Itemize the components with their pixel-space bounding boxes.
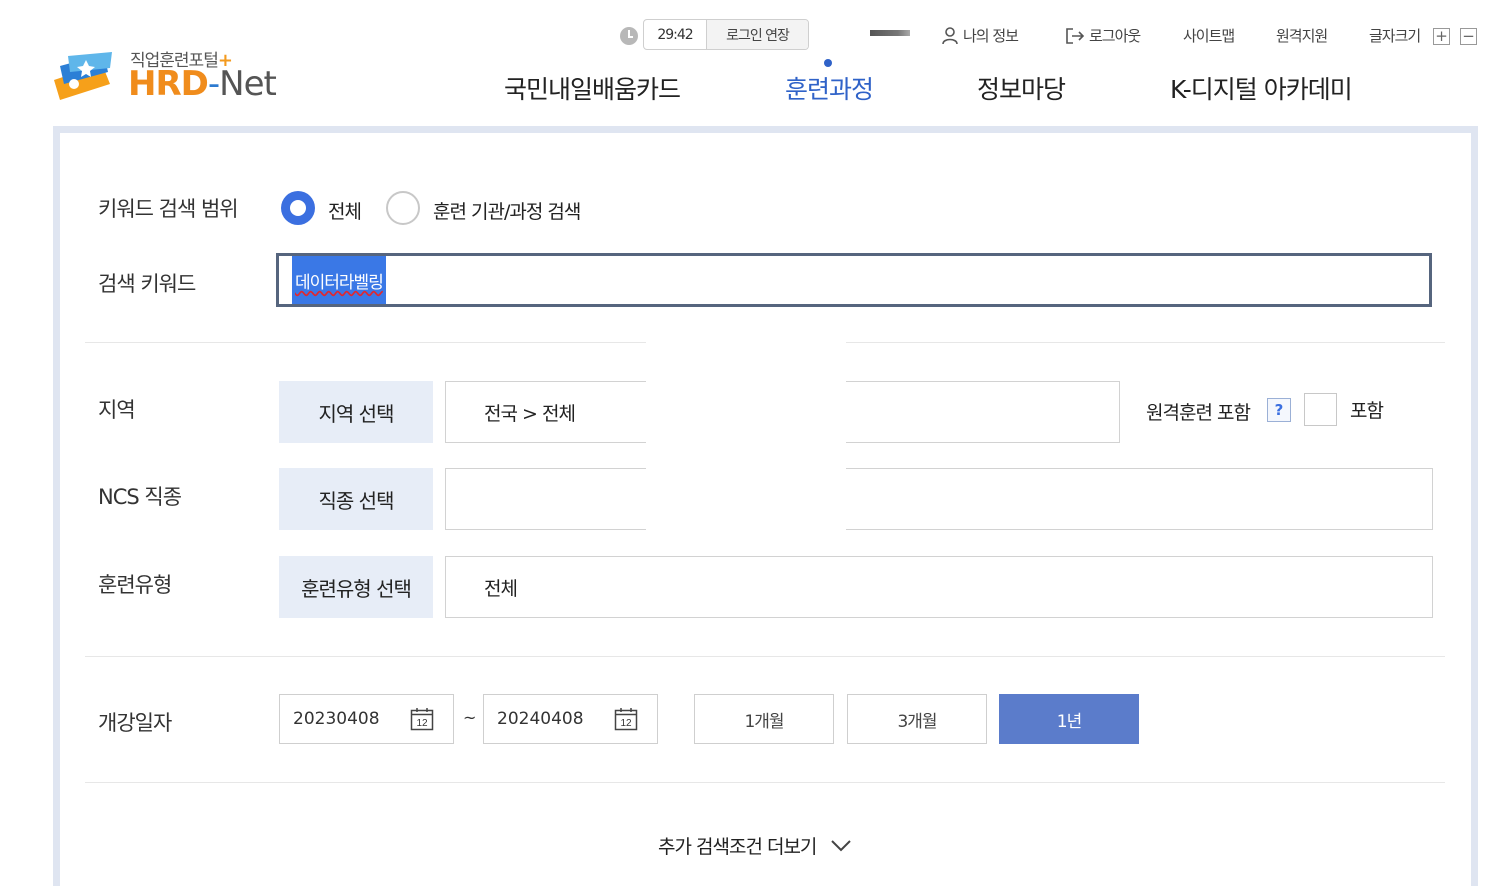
period-1year-button[interactable]: 1년 (999, 694, 1139, 744)
period-1month-button[interactable]: 1개월 (694, 694, 834, 744)
extend-login-button[interactable]: 로그인 연장 (707, 20, 808, 49)
region-label: 지역 (98, 398, 136, 422)
keyword-label: 검색 키워드 (98, 272, 196, 296)
calendar-icon[interactable]: 12 (410, 707, 434, 731)
section-divider (85, 782, 1445, 783)
period-3month-button[interactable]: 3개월 (847, 694, 987, 744)
calendar-icon[interactable]: 12 (614, 707, 638, 731)
scope-all-label[interactable]: 전체 (328, 197, 362, 224)
gnb-training-course[interactable]: 훈련과정 (785, 70, 874, 106)
scope-radio-all[interactable] (281, 191, 315, 225)
ncs-value-field (445, 468, 1433, 530)
remote-support-link[interactable]: 원격지원 (1276, 25, 1328, 46)
remote-include-checkbox[interactable] (1304, 393, 1337, 426)
gnb-k-digital-academy[interactable]: K-디지털 아카데미 (1170, 70, 1353, 106)
logout-link[interactable]: 로그아웃 (1065, 25, 1141, 46)
scope-radio-institution[interactable] (386, 191, 420, 225)
more-conditions-label: 추가 검색조건 더보기 (658, 836, 817, 858)
my-info-link[interactable]: 나의 정보 (941, 25, 1019, 46)
ncs-label: NCS 직종 (98, 485, 182, 509)
scope-label: 키워드 검색 범위 (98, 197, 239, 221)
remote-training-label: 원격훈련 포함 (1146, 402, 1251, 424)
person-icon (942, 26, 958, 44)
font-decrease-button[interactable]: − (1460, 28, 1477, 45)
gnb-info-board[interactable]: 정보마당 (977, 70, 1066, 106)
svg-text:12: 12 (620, 718, 632, 729)
start-date-label: 개강일자 (98, 711, 172, 735)
date-range-separator: ~ (463, 708, 477, 727)
logout-label: 로그아웃 (1089, 27, 1141, 45)
session-time: 29:42 (644, 20, 707, 49)
keyword-selected-text: 데이터라벨링 (292, 256, 386, 304)
training-type-value-field: 전체 (445, 556, 1433, 618)
hrd-net-logo[interactable]: 직업훈련포털+ HRD-Net (50, 44, 300, 106)
scope-institution-label[interactable]: 훈련 기관/과정 검색 (433, 197, 581, 224)
chevron-down-icon (831, 839, 852, 851)
active-indicator-dot (824, 59, 832, 67)
font-size-label: 글자크기 (1369, 27, 1421, 45)
section-divider (85, 656, 1445, 657)
session-timer: 29:42 로그인 연장 (643, 19, 809, 50)
render-gap (646, 338, 846, 533)
remote-include-label[interactable]: 포함 (1350, 396, 1384, 423)
text-caret (283, 256, 287, 304)
remote-help-button[interactable]: ? (1267, 398, 1291, 422)
logo-wordmark: HRD-Net (128, 64, 277, 104)
user-name-bar (870, 30, 910, 36)
more-conditions-toggle[interactable]: 추가 검색조건 더보기 (658, 832, 852, 859)
sitemap-label: 사이트맵 (1183, 27, 1235, 45)
logout-icon (1066, 27, 1085, 44)
font-increase-button[interactable]: + (1433, 28, 1450, 45)
svg-text:12: 12 (416, 718, 428, 729)
gnb-naeil-card[interactable]: 국민내일배움카드 (504, 70, 681, 106)
ncs-select-button[interactable]: 직종 선택 (279, 468, 433, 530)
training-type-select-button[interactable]: 훈련유형 선택 (279, 556, 433, 618)
training-type-label: 훈련유형 (98, 573, 172, 597)
region-select-button[interactable]: 지역 선택 (279, 381, 433, 443)
keyword-input[interactable]: 데이터라벨링 (276, 253, 1432, 307)
sitemap-link[interactable]: 사이트맵 (1183, 25, 1235, 46)
remote-support-label: 원격지원 (1276, 27, 1328, 45)
my-info-label: 나의 정보 (963, 27, 1019, 45)
clock-icon (620, 27, 638, 45)
logo-mark-icon (54, 52, 112, 100)
